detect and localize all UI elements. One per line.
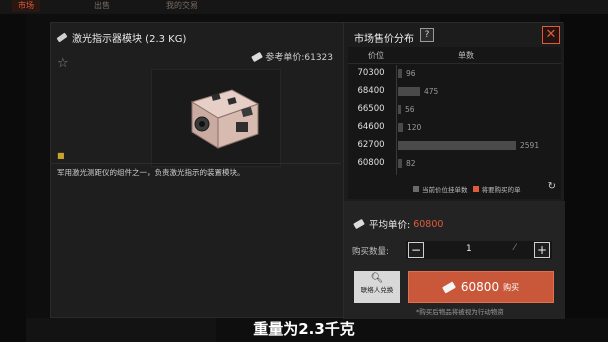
quantity-increase-button[interactable]: + — [534, 242, 550, 258]
buy-button[interactable]: 60800 购买 — [408, 271, 554, 303]
purchase-note: *购买后物品将被视为行动物资 — [416, 308, 504, 316]
divider — [51, 163, 341, 164]
order-count-bar — [398, 123, 403, 132]
video-subtitle: 重量为2.3千克 — [253, 320, 355, 338]
price-distribution-table: 价位 单数 70300 96 68400 475 66500 56 64600 120 6270… — [348, 47, 561, 199]
order-count-label: 475 — [424, 87, 439, 96]
order-count-label: 56 — [405, 105, 415, 114]
market-title: 市场售价分布 — [354, 34, 414, 45]
currency-icon — [251, 51, 264, 62]
average-price-label: 平均单价: — [369, 220, 411, 231]
quantity-slider-icon[interactable]: ⁄ — [514, 243, 516, 253]
favorite-star-icon[interactable]: ☆ — [57, 56, 69, 71]
price-level: 62700 — [357, 140, 385, 150]
divider — [348, 63, 561, 64]
reference-price-text: 参考单价:61323 — [265, 53, 333, 63]
background-sidebar — [0, 14, 26, 342]
average-price: 平均单价: 60800 — [353, 217, 444, 231]
legend-swatch-mine — [472, 186, 479, 192]
order-count-bar — [398, 87, 420, 96]
help-icon[interactable]: ? — [420, 28, 434, 42]
price-level: 60800 — [357, 158, 385, 168]
column-header-units: 单数 — [458, 51, 474, 60]
order-count-label: 120 — [407, 123, 422, 132]
game-screen: 市场 出售 我的交易 激光指示器模块 (2.3 KG) ☆ 参考单价:61323 — [0, 0, 608, 342]
tab-sell[interactable]: 出售 — [88, 0, 116, 12]
item-purchase-dialog: 激光指示器模块 (2.3 KG) ☆ 参考单价:61323 ■ 军用激光测距仪的… — [50, 22, 565, 319]
reference-price: 参考单价:61323 — [251, 50, 333, 63]
price-level: 66500 — [357, 104, 385, 114]
item-name: 激光指示器模块 (2.3 KG) — [72, 33, 187, 45]
search-icon: 🔍︎ — [370, 273, 384, 284]
tab-my-trades[interactable]: 我的交易 — [160, 0, 204, 12]
buy-price: 60800 — [460, 280, 500, 294]
order-count-bar — [398, 159, 402, 168]
top-tab-bar: 市场 出售 我的交易 — [0, 0, 608, 14]
order-count-label: 96 — [406, 69, 416, 78]
column-header-price: 价位 — [368, 51, 384, 60]
item-category-icon — [56, 32, 68, 42]
price-level: 70300 — [357, 68, 385, 78]
market-panel: 市场售价分布 ? ✕ 价位 单数 70300 96 68400 475 66500 56 6… — [343, 23, 565, 319]
order-count-bar — [398, 105, 401, 114]
legend-mine-label: 将要购买的单 — [481, 186, 521, 194]
currency-icon — [441, 280, 456, 294]
item-detail-panel: 激光指示器模块 (2.3 KG) ☆ 参考单价:61323 ■ 军用激光测距仪的… — [51, 23, 341, 319]
legend-current-label: 当前价位挂单数 — [422, 186, 468, 194]
tab-market[interactable]: 市场 — [12, 0, 40, 12]
order-count-label: 82 — [406, 159, 416, 168]
close-button[interactable]: ✕ — [542, 26, 560, 44]
price-level: 64600 — [357, 122, 385, 132]
chart-axis — [396, 65, 397, 175]
quantity-input[interactable]: 1 — [466, 244, 472, 254]
laser-module-icon — [190, 89, 260, 149]
item-description: 军用激光测距仪的组件之一，负责激光指示的装置模块。 — [57, 168, 245, 177]
legend-swatch-current — [413, 186, 419, 192]
quantity-decrease-button[interactable]: − — [408, 242, 424, 258]
item-tag-icon: ■ — [57, 151, 65, 160]
item-header: 激光指示器模块 (2.3 KG) — [56, 29, 187, 45]
contact-exchange-button[interactable]: 🔍︎ 联络人兑换 — [354, 271, 400, 303]
buy-label: 购买 — [503, 282, 520, 292]
background-right-panel — [560, 14, 608, 318]
order-count-label: 2591 — [520, 141, 540, 150]
refresh-icon[interactable]: ↻ — [548, 181, 556, 192]
purchase-section: 平均单价: 60800 购买数量: − 1 ⁄ + 🔍︎ 联络人兑换 60800 — [344, 201, 565, 319]
order-count-bar — [398, 141, 516, 150]
item-preview-frame — [151, 69, 281, 167]
quantity-stepper: − 1 ⁄ + — [406, 241, 552, 259]
currency-icon — [353, 218, 365, 230]
quantity-label: 购买数量: — [352, 247, 389, 257]
contact-exchange-label: 联络人兑换 — [360, 286, 394, 294]
average-price-value: 60800 — [413, 218, 444, 230]
order-count-bar — [398, 69, 402, 78]
price-level: 68400 — [357, 86, 385, 96]
chart-legend: 当前价位挂单数 将要购买的单 — [408, 184, 521, 194]
